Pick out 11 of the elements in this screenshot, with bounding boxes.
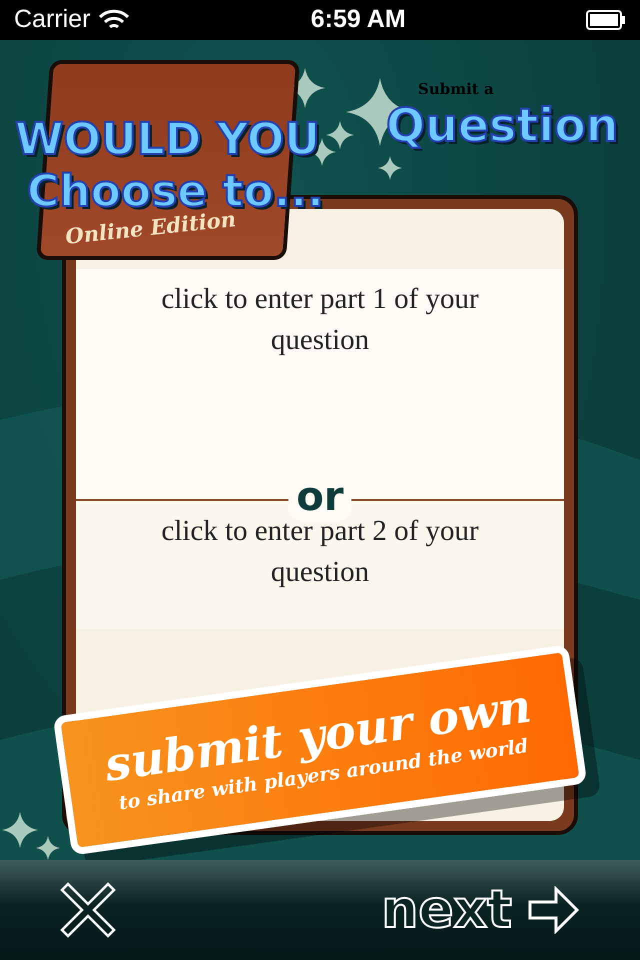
header-kicker: Submit a bbox=[418, 80, 494, 98]
status-time: 6:59 AM bbox=[310, 4, 406, 36]
carrier-label: Carrier bbox=[14, 4, 90, 36]
edition-label: Online Edition bbox=[64, 206, 237, 249]
wifi-icon bbox=[98, 9, 130, 31]
battery-icon bbox=[586, 10, 626, 30]
close-icon[interactable] bbox=[60, 882, 116, 938]
sparkle-icon bbox=[378, 156, 402, 180]
next-button[interactable]: next bbox=[381, 880, 512, 940]
arrow-right-icon bbox=[528, 886, 580, 934]
header-title: Question bbox=[386, 102, 619, 148]
